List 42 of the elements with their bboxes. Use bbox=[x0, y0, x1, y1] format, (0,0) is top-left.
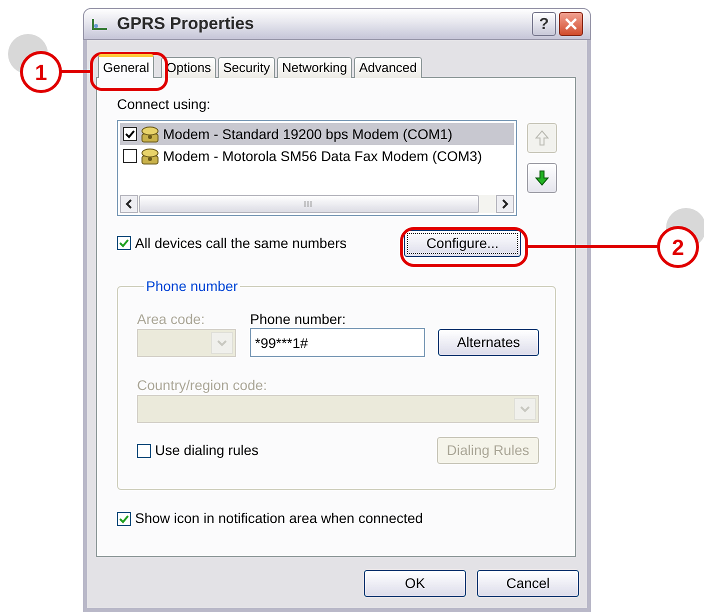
field-label: Connect using: bbox=[117, 96, 212, 112]
checkbox[interactable] bbox=[137, 444, 151, 458]
phone-number-field[interactable]: *99***1# bbox=[250, 328, 425, 357]
scroll-left-icon[interactable] bbox=[120, 195, 138, 213]
field-label: Phone number: bbox=[250, 310, 346, 327]
field-label: Area code: bbox=[137, 310, 206, 327]
checkbox[interactable] bbox=[123, 127, 137, 141]
alternates-button[interactable]: Alternates bbox=[438, 329, 539, 356]
configure-button[interactable]: Configure... bbox=[404, 230, 521, 256]
tab[interactable]: Options bbox=[161, 57, 216, 78]
window-title: GPRS Properties bbox=[117, 13, 254, 36]
close-icon bbox=[565, 18, 577, 30]
callout-badge: 1 bbox=[20, 51, 62, 93]
checkbox-label: Show icon in notification area when connected bbox=[135, 509, 423, 528]
device-name: Modem - Motorola SM56 Data Fax Modem (COM3) bbox=[163, 146, 482, 166]
tab[interactable]: Networking bbox=[277, 57, 352, 78]
group-title: Phone number bbox=[145, 277, 239, 296]
close-button[interactable] bbox=[559, 12, 583, 36]
device-item[interactable]: Modem - Standard 19200 bps Modem (COM1) bbox=[120, 123, 514, 145]
checkbox[interactable] bbox=[117, 512, 131, 526]
dialog-button[interactable]: OK bbox=[364, 570, 466, 597]
scroll-right-icon[interactable] bbox=[496, 195, 514, 213]
checkbox-label: Use dialing rules bbox=[155, 441, 258, 460]
leader-line bbox=[60, 70, 93, 73]
tab[interactable]: Security bbox=[218, 57, 276, 78]
device-item[interactable]: Modem - Motorola SM56 Data Fax Modem (COM3) bbox=[120, 145, 514, 167]
help-button[interactable]: ? bbox=[532, 12, 556, 36]
move-down-button[interactable] bbox=[527, 163, 557, 193]
checkbox-label: All devices call the same numbers bbox=[135, 234, 347, 252]
tab[interactable]: General bbox=[98, 54, 154, 78]
dialog-button[interactable]: Cancel bbox=[477, 570, 579, 597]
modem-icon bbox=[140, 125, 160, 143]
checkbox[interactable] bbox=[123, 149, 137, 163]
tab[interactable]: Advanced bbox=[354, 57, 422, 78]
up-arrow-icon bbox=[535, 130, 549, 146]
down-arrow-icon bbox=[535, 170, 549, 186]
checkbox[interactable] bbox=[117, 236, 131, 250]
modem-icon bbox=[140, 147, 160, 165]
callout-badge: 2 bbox=[657, 226, 699, 268]
connection-icon bbox=[91, 16, 109, 32]
device-name: Modem - Standard 19200 bps Modem (COM1) bbox=[163, 124, 452, 144]
field-label: Country/region code: bbox=[137, 376, 268, 393]
